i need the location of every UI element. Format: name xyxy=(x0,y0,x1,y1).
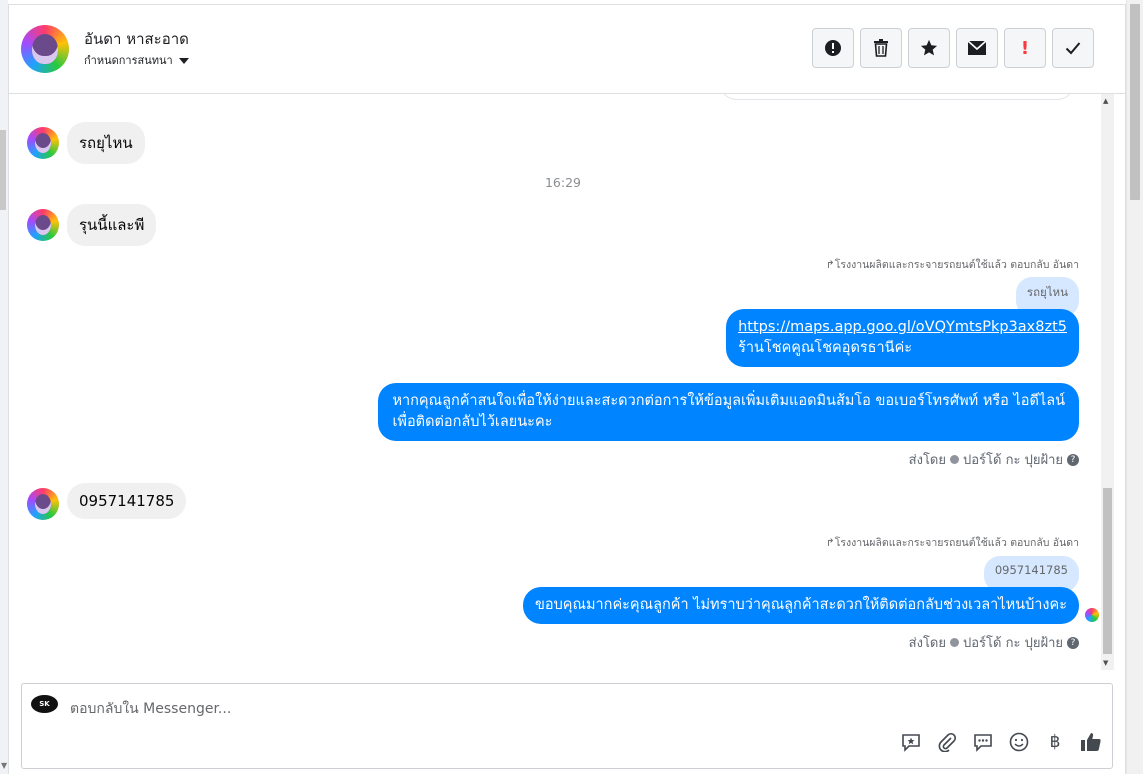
reply-context-text: โรงงานผลิตและกระจายรถยนต์ใช้แล้ว ตอบกลับ… xyxy=(834,537,1079,549)
comment-icon xyxy=(974,734,992,752)
contact-avatar[interactable] xyxy=(21,25,69,73)
baht-icon: ฿ xyxy=(1049,732,1061,752)
star-icon xyxy=(920,39,938,56)
scroll-down-icon[interactable]: ▼ xyxy=(1103,659,1108,667)
outgoing-message: https://maps.app.goo.gl/oVQYmtsPkp3ax8zt… xyxy=(726,309,1079,367)
verified-icon xyxy=(950,638,959,647)
page-scroll-thumb[interactable] xyxy=(1130,4,1140,200)
outgoing-message-line: หากคุณลูกค้าสนใจเพื่อให้ง่ายและสะดวกต่อก… xyxy=(392,393,1065,409)
schedule-label: กำหนดการสนทนา xyxy=(84,54,173,67)
outgoing-message: ขอบคุณมากค่ะคุณลูกค้า ไม่ทราบว่าคุณลูกค้… xyxy=(522,587,1079,624)
timestamp: 16:29 xyxy=(544,175,582,190)
report-button[interactable] xyxy=(812,28,854,68)
caret-down-icon xyxy=(178,57,189,64)
saved-reply-icon xyxy=(902,734,920,752)
delete-button[interactable] xyxy=(860,28,902,68)
help-icon[interactable]: ? xyxy=(1067,453,1079,466)
map-link[interactable]: https://maps.app.goo.gl/oVQYmtsPkp3ax8zt… xyxy=(738,319,1067,335)
attach-button[interactable] xyxy=(936,730,958,754)
left-scroll-caret: ▼ xyxy=(1,761,8,770)
saved-reply-button[interactable] xyxy=(900,730,922,754)
reply-arrow-icon: ↱ xyxy=(825,537,835,549)
contact-avatar-small[interactable] xyxy=(27,209,59,241)
conversation-header: อันดา หาสะอาด กำหนดการสนทนา ! xyxy=(9,5,1125,94)
sent-by-info: ส่งโดย ปอร์โด้ กะ ปุยฝ้าย ? xyxy=(909,632,1079,653)
schedule-dropdown[interactable]: กำหนดการสนทนา xyxy=(84,51,189,69)
like-icon xyxy=(1081,733,1101,751)
sent-by-label: ส่งโดย xyxy=(908,453,946,468)
verified-icon xyxy=(950,455,959,464)
outgoing-message-text: ร้านโชคคูณโชคอุดรธานีค่ะ xyxy=(738,340,913,356)
report-icon xyxy=(825,40,841,56)
like-button[interactable] xyxy=(1080,730,1102,754)
thread-scrollbar[interactable]: ▲ ▼ xyxy=(1101,94,1114,670)
left-edge: ▼ xyxy=(0,0,8,774)
reply-composer[interactable]: SK ตอบกลับใน Messenger... ฿ xyxy=(21,683,1113,769)
left-scroll-marker xyxy=(0,130,6,210)
sender-name[interactable]: ปอร์โด้ กะ ปุยฝ้าย xyxy=(963,449,1063,470)
emoji-icon xyxy=(1009,732,1029,752)
help-icon[interactable]: ? xyxy=(1067,636,1079,649)
contact-avatar-small[interactable] xyxy=(27,127,59,159)
outgoing-message-line: เพื่อติดต่อกลับไว้เลยนะคะ xyxy=(392,414,553,430)
payment-button[interactable]: ฿ xyxy=(1044,730,1066,754)
previous-message-bubble xyxy=(719,94,1075,100)
star-button[interactable] xyxy=(908,28,950,68)
reply-input[interactable]: ตอบกลับใน Messenger... xyxy=(70,698,231,720)
contact-name[interactable]: อันดา หาสะอาด xyxy=(84,27,189,51)
sender-name[interactable]: ปอร์โด้ กะ ปุยฝ้าย xyxy=(963,632,1063,653)
comment-button[interactable] xyxy=(972,730,994,754)
sent-by-label: ส่งโดย xyxy=(908,636,946,651)
seen-avatar xyxy=(1085,608,1099,622)
attach-icon xyxy=(938,732,957,752)
reply-context-note: ↱โรงงานผลิตและกระจายรถยนต์ใช้แล้ว ตอบกลั… xyxy=(826,256,1079,273)
contact-avatar-small[interactable] xyxy=(27,488,59,520)
message-thread: รถยุไหน 16:29 รุนนี้และพี ↱โรงงานผลิตและ… xyxy=(9,94,1109,674)
incoming-message: รุนนี้และพี xyxy=(67,204,157,246)
outgoing-message: หากคุณลูกค้าสนใจเพื่อให้ง่ายและสะดวกต่อก… xyxy=(378,383,1079,441)
mark-unread-button[interactable] xyxy=(956,28,998,68)
incoming-message: รถยุไหน xyxy=(67,122,145,164)
page-logo: SK xyxy=(31,695,58,713)
reply-context-note: ↱โรงงานผลิตและกระจายรถยนต์ใช้แล้ว ตอบกลั… xyxy=(826,534,1079,551)
page-scrollbar[interactable] xyxy=(1126,0,1143,774)
check-icon xyxy=(1065,42,1081,55)
trash-icon xyxy=(874,39,888,57)
thread-scroll-thumb[interactable] xyxy=(1103,488,1112,654)
mail-icon xyxy=(967,40,987,55)
composer-tools: ฿ xyxy=(900,730,1102,754)
emoji-button[interactable] xyxy=(1008,730,1030,754)
scroll-up-icon[interactable]: ▲ xyxy=(1103,97,1108,105)
header-actions: ! xyxy=(812,28,1094,68)
alert-icon: ! xyxy=(1020,37,1030,59)
reply-arrow-icon: ↱ xyxy=(825,259,835,271)
mark-done-button[interactable] xyxy=(1052,28,1094,68)
reply-context-text: โรงงานผลิตและกระจายรถยนต์ใช้แล้ว ตอบกลับ… xyxy=(834,259,1079,271)
incoming-message: 0957141785 xyxy=(67,483,187,519)
sent-by-info: ส่งโดย ปอร์โด้ กะ ปุยฝ้าย ? xyxy=(909,449,1079,470)
spam-button[interactable]: ! xyxy=(1004,28,1046,68)
